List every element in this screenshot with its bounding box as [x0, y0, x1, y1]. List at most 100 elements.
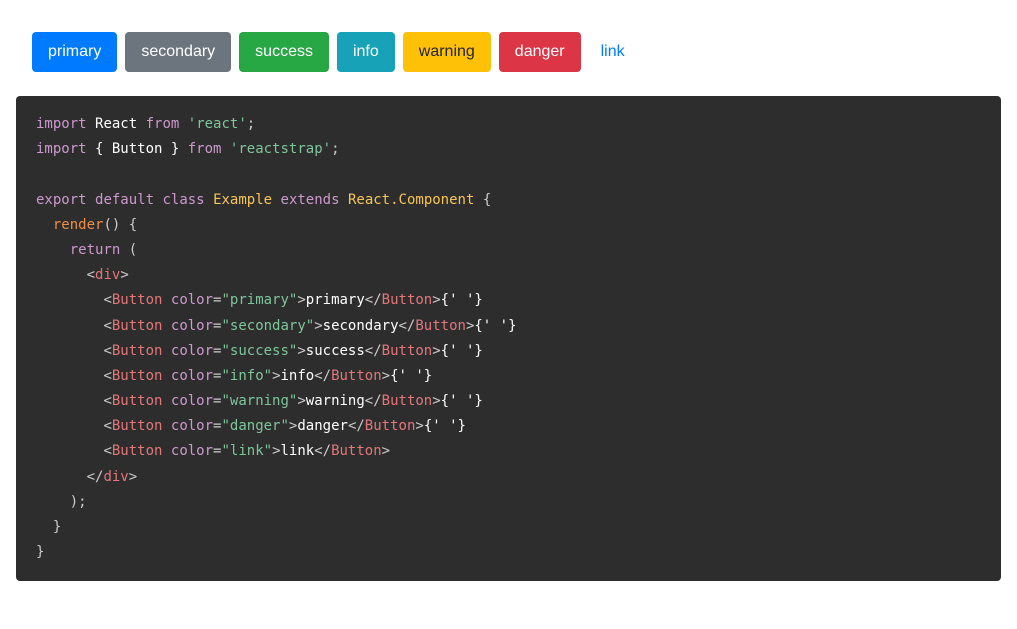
punct: </ — [365, 343, 382, 359]
secondary-button[interactable]: secondary — [125, 32, 231, 72]
txt: primary — [306, 292, 365, 308]
punct-paren: ( — [120, 242, 137, 258]
button-row: primary secondary success info warning d… — [16, 16, 1001, 88]
tag-button: Button — [112, 292, 163, 308]
punct-semi: ; — [331, 141, 339, 157]
punct: > — [129, 469, 137, 485]
success-button[interactable]: success — [239, 32, 329, 72]
str-reactstrap: 'reactstrap' — [230, 141, 331, 157]
val: "danger" — [221, 418, 288, 434]
val: "link" — [221, 443, 272, 459]
txt: info — [281, 368, 315, 384]
kw-export: export — [36, 192, 87, 208]
val: "success" — [221, 343, 297, 359]
tag-button: Button — [112, 343, 163, 359]
punct: > — [297, 343, 305, 359]
punct: > — [297, 292, 305, 308]
punct-brace-close: } — [53, 519, 61, 535]
punct: > — [314, 318, 322, 334]
code-pre: import React from 'react'; import { Butt… — [36, 112, 981, 565]
txt: success — [306, 343, 365, 359]
punct: < — [87, 267, 95, 283]
punct-brace-close: } — [36, 544, 44, 560]
punct: > — [432, 343, 440, 359]
tag-button: Button — [382, 292, 433, 308]
kw-from: from — [146, 116, 180, 132]
punct: > — [382, 368, 390, 384]
primary-button[interactable]: primary — [32, 32, 117, 72]
punct: < — [103, 393, 111, 409]
kw-import: import — [36, 116, 87, 132]
punct-paren-close: ); — [70, 494, 87, 510]
tag-button: Button — [112, 368, 163, 384]
punct: > — [120, 267, 128, 283]
punct-brace: { — [120, 217, 137, 233]
tag-button: Button — [112, 393, 163, 409]
punct: </ — [365, 292, 382, 308]
punct-semi: ; — [247, 116, 255, 132]
punct-parens: () — [103, 217, 120, 233]
tag-div: div — [103, 469, 128, 485]
attr-color: color — [171, 368, 213, 384]
tag-button: Button — [112, 318, 163, 334]
punct: > — [272, 443, 280, 459]
punct: </ — [314, 443, 331, 459]
tag-button: Button — [331, 443, 382, 459]
tag-button: Button — [112, 418, 163, 434]
kw-return: return — [70, 242, 121, 258]
attr-color: color — [171, 443, 213, 459]
link-button[interactable]: link — [589, 32, 637, 72]
info-button[interactable]: info — [337, 32, 395, 72]
punct-brace: { — [474, 192, 491, 208]
txt: danger — [297, 418, 348, 434]
val: "warning" — [221, 393, 297, 409]
warning-button[interactable]: warning — [403, 32, 491, 72]
punct: < — [103, 318, 111, 334]
attr-color: color — [171, 292, 213, 308]
tag-button: Button — [112, 443, 163, 459]
code-block: import React from 'react'; import { Butt… — [16, 96, 1001, 581]
jsx-space: {' '} — [441, 343, 483, 359]
tag-button: Button — [415, 318, 466, 334]
cls-example: Example — [213, 192, 272, 208]
punct: > — [382, 443, 390, 459]
kw-class: class — [162, 192, 204, 208]
punct: < — [103, 343, 111, 359]
attr-color: color — [171, 343, 213, 359]
kw-extends: extends — [281, 192, 340, 208]
jsx-space: {' '} — [424, 418, 466, 434]
val: "secondary" — [221, 318, 314, 334]
kw-from: from — [188, 141, 222, 157]
tag-button: Button — [365, 418, 416, 434]
punct: </ — [348, 418, 365, 434]
danger-button[interactable]: danger — [499, 32, 581, 72]
kw-default: default — [95, 192, 154, 208]
kw-import: import — [36, 141, 87, 157]
tag-div: div — [95, 267, 120, 283]
val: "info" — [221, 368, 272, 384]
jsx-space: {' '} — [441, 393, 483, 409]
val: "primary" — [221, 292, 297, 308]
fn-render: render — [53, 217, 104, 233]
txt: warning — [306, 393, 365, 409]
punct: < — [103, 418, 111, 434]
jsx-space: {' '} — [474, 318, 516, 334]
punct: > — [432, 393, 440, 409]
punct: </ — [365, 393, 382, 409]
tag-button: Button — [382, 343, 433, 359]
str-react: 'react' — [188, 116, 247, 132]
punct: < — [103, 368, 111, 384]
attr-color: color — [171, 418, 213, 434]
txt: link — [281, 443, 315, 459]
jsx-space: {' '} — [441, 292, 483, 308]
tag-button: Button — [331, 368, 382, 384]
punct: > — [272, 368, 280, 384]
punct: </ — [314, 368, 331, 384]
txt: secondary — [323, 318, 399, 334]
cls-react-component: React.Component — [348, 192, 474, 208]
code-button-destruct: { Button } — [95, 141, 179, 157]
punct: </ — [87, 469, 104, 485]
jsx-space: {' '} — [390, 368, 432, 384]
punct: < — [103, 443, 111, 459]
punct: > — [297, 393, 305, 409]
